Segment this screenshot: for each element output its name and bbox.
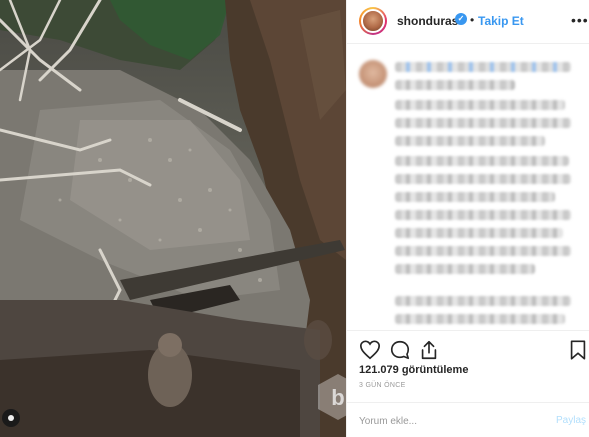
audio-toggle-icon[interactable] [2, 409, 20, 427]
watermark-logo: b [316, 372, 346, 422]
share-icon[interactable] [418, 339, 440, 361]
verified-badge-icon: ✓ [455, 13, 467, 25]
username-link[interactable]: shonduras [397, 14, 458, 28]
comment-icon[interactable] [389, 339, 411, 361]
post-header: shonduras ✓ • Takip Et ••• [347, 0, 589, 44]
caption-line [395, 100, 565, 110]
svg-text:b: b [331, 385, 344, 410]
post-timestamp: 3 GÜN ÖNCE [359, 382, 406, 389]
heart-icon[interactable] [359, 339, 381, 361]
caption-line [395, 314, 565, 324]
caption-line [395, 118, 571, 128]
action-bar [347, 330, 589, 366]
caption-line [395, 80, 515, 90]
caption-line [395, 174, 571, 184]
post-sidebar: shonduras ✓ • Takip Et ••• 121.079 görün… [346, 0, 589, 437]
caption-line [395, 156, 569, 166]
comment-bar: Paylaş [347, 402, 589, 437]
caption-line [395, 192, 555, 202]
user-avatar[interactable] [359, 7, 387, 35]
caption-line [395, 246, 571, 256]
separator-dot: • [470, 13, 475, 27]
caption-line [395, 228, 563, 238]
view-count: 121.079 görüntüleme [359, 364, 469, 376]
caption-line [395, 136, 545, 146]
caption-line [395, 264, 535, 274]
caption-avatar [359, 60, 387, 88]
more-options-icon[interactable]: ••• [571, 12, 589, 28]
follow-button[interactable]: Takip Et [478, 14, 524, 28]
comment-input[interactable] [359, 413, 539, 429]
video-frame-scene [0, 0, 346, 437]
caption-line [395, 62, 571, 72]
post-video[interactable]: b [0, 0, 346, 437]
post-comment-button[interactable]: Paylaş [556, 415, 586, 426]
caption-line [395, 210, 571, 220]
caption-blurred [347, 52, 589, 330]
bookmark-icon[interactable] [567, 339, 589, 361]
caption-line [395, 296, 571, 306]
